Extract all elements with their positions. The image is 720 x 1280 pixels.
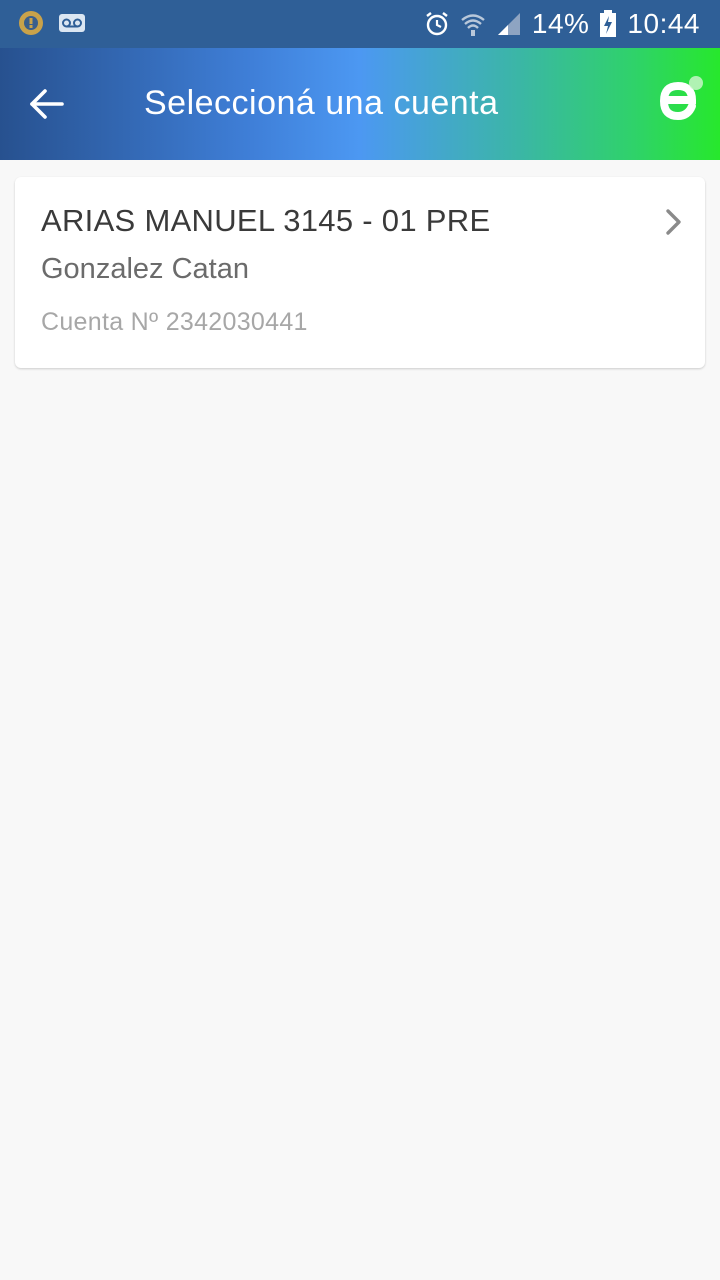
voicemail-icon — [58, 13, 86, 33]
signal-icon — [496, 11, 522, 37]
account-name: ARIAS MANUEL 3145 - 01 PRE — [41, 203, 491, 238]
status-time: 10:44 — [627, 8, 700, 39]
app-bar: Seleccioná una cuenta — [0, 48, 720, 160]
back-button[interactable] — [22, 76, 72, 132]
account-card[interactable]: ARIAS MANUEL 3145 - 01 PRE Gonzalez Cata… — [15, 177, 705, 368]
battery-percent: 14% — [531, 8, 590, 39]
wifi-icon — [460, 11, 486, 37]
status-bar: 14% 10:44 — [0, 0, 720, 48]
notification-coin-icon — [18, 10, 44, 36]
arrow-left-icon — [30, 89, 64, 119]
account-location: Gonzalez Catan — [41, 253, 249, 285]
chevron-right-icon — [666, 209, 681, 235]
brand-e-logo-icon — [658, 74, 706, 126]
alarm-icon — [424, 11, 450, 37]
page-title: Seleccioná una cuenta — [144, 84, 499, 122]
battery-charging-icon — [599, 10, 617, 38]
account-number: Cuenta Nº 2342030441 — [41, 308, 308, 336]
